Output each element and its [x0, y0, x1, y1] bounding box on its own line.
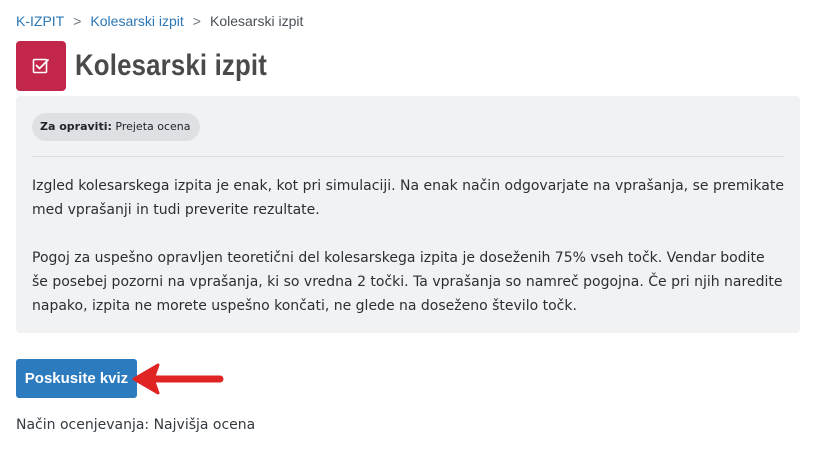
completion-requirement-badge: Za opraviti: Prejeta ocena: [32, 113, 200, 141]
breadcrumb: K-IZPIT > Kolesarski izpit > Kolesarski …: [16, 13, 303, 29]
description-paragraph: Pogoj za uspešno opravljen teoretični de…: [32, 250, 783, 314]
breadcrumb-link-section[interactable]: Kolesarski izpit: [90, 13, 183, 29]
grading-method: Način ocenjevanja: Najvišja ocena: [16, 417, 256, 433]
red-arrow-annotation: [132, 363, 224, 395]
activity-info-panel: Za opraviti: Prejeta ocena Izgled kolesa…: [16, 96, 800, 333]
completion-value: Prejeta ocena: [115, 120, 191, 133]
description-paragraph: Izgled kolesarskega izpita je enak, kot …: [32, 178, 784, 218]
breadcrumb-link-course[interactable]: K-IZPIT: [16, 13, 64, 29]
breadcrumb-separator: >: [73, 13, 82, 29]
page-header: Kolesarski izpit: [16, 41, 298, 91]
divider: [32, 156, 784, 157]
page-title: Kolesarski izpit: [75, 49, 268, 82]
activity-description: Izgled kolesarskega izpita je enak, kot …: [32, 174, 784, 318]
attempt-quiz-button[interactable]: Poskusite kviz: [16, 359, 137, 398]
quiz-checkbox-icon: [16, 41, 66, 91]
breadcrumb-separator: >: [192, 13, 201, 29]
completion-label: Za opraviti:: [40, 120, 112, 133]
breadcrumb-current: Kolesarski izpit: [209, 13, 304, 29]
